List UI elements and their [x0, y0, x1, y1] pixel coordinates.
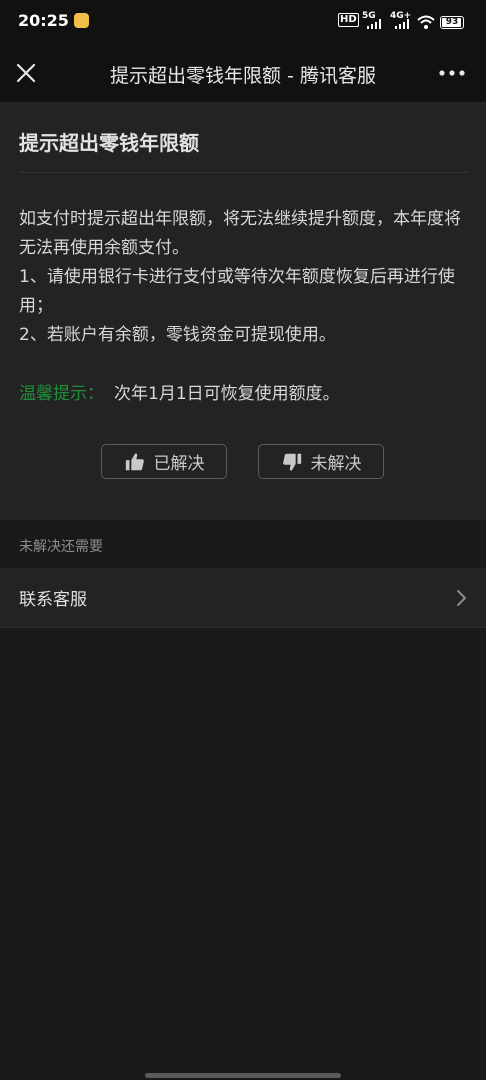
- home-indicator[interactable]: [145, 1073, 341, 1078]
- thumbs-down-icon: [282, 453, 301, 471]
- contact-support-row[interactable]: 联系客服: [0, 568, 486, 628]
- chevron-right-icon: [457, 590, 466, 606]
- battery-level: 93: [445, 17, 459, 27]
- nav-bar: 提示超出零钱年限额 - 腾讯客服: [0, 44, 486, 102]
- unsolved-label: 未解决: [310, 454, 362, 474]
- article-card: 提示超出零钱年限额 如支付时提示超出年限额，将无法继续提升额度，本年度将无法再使…: [0, 102, 486, 520]
- more-icon[interactable]: [436, 66, 468, 80]
- battery-icon: 93: [440, 16, 464, 29]
- article-paragraph: 如支付时提示超出年限额，将无法继续提升额度，本年度将无法再使用余额支付。: [19, 209, 461, 258]
- contact-support-label: 联系客服: [19, 590, 87, 610]
- status-bar: 20:25 HD 5G 4G+ 93: [0, 0, 486, 44]
- signal-bars-icon-2: [395, 18, 411, 29]
- solved-button[interactable]: 已解决: [101, 444, 227, 479]
- section-header: 未解决还需要: [19, 539, 103, 555]
- status-time: 20:25: [18, 11, 69, 30]
- tip: 温馨提示： 次年1月1日可恢复使用额度。: [19, 380, 340, 409]
- page-title: 提示超出零钱年限额 - 腾讯客服: [110, 65, 376, 87]
- article-title: 提示超出零钱年限额: [19, 131, 199, 155]
- tip-label: 温馨提示：: [19, 384, 104, 404]
- thumbs-up-icon: [125, 452, 144, 470]
- divider: [19, 172, 469, 173]
- article-paragraph: 2、若账户有余额，零钱资金可提现使用。: [19, 325, 336, 345]
- article-body: 如支付时提示超出年限额，将无法继续提升额度，本年度将无法再使用余额支付。 1、请…: [19, 205, 471, 350]
- signal-bars-icon: [367, 18, 383, 29]
- hd-voice-icon: HD: [338, 13, 359, 27]
- wifi-icon: [417, 15, 435, 29]
- unsolved-button[interactable]: 未解决: [258, 444, 384, 479]
- screen: 20:25 HD 5G 4G+ 93 提示超出零钱年限额 - 腾讯客服 提示超出…: [0, 0, 486, 1080]
- notification-app-icon: [74, 13, 89, 28]
- close-icon[interactable]: [12, 59, 40, 87]
- solved-label: 已解决: [153, 454, 205, 474]
- article-paragraph: 1、请使用银行卡进行支付或等待次年额度恢复后再进行使用；: [19, 267, 455, 316]
- tip-text: 次年1月1日可恢复使用额度。: [114, 384, 340, 404]
